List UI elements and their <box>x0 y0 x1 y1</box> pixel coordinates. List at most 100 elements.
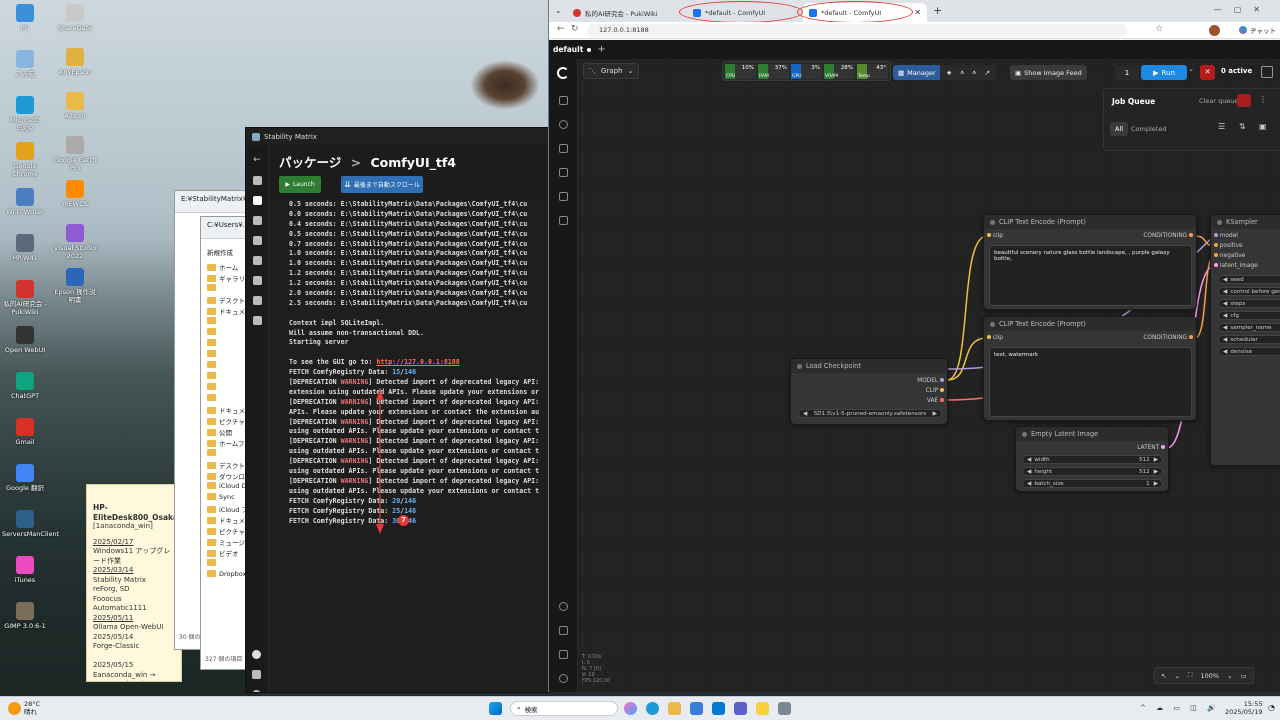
desktop-icon[interactable]: Google Earth Pro <box>52 136 98 172</box>
arrow-right-icon[interactable]: ▶ <box>1154 481 1158 487</box>
job-queue-panel[interactable]: Job Queue Clear queue ⋮ All Completed ☰ … <box>1103 88 1280 151</box>
back-icon[interactable]: ← <box>557 24 565 34</box>
weather-widget[interactable]: 28°C 晴れ <box>8 700 40 716</box>
sticky-note[interactable]: HP-EliteDesk800_Osaka [1anaconda_win] 20… <box>86 484 182 682</box>
node-collapse-icon[interactable] <box>1022 431 1027 437</box>
desktop-icon[interactable]: ChatGPT <box>2 372 48 400</box>
node-collapse-icon[interactable] <box>990 321 995 327</box>
taskbar-search[interactable]: ⌕ 検索 <box>510 701 618 716</box>
output-browser-icon[interactable] <box>252 276 262 285</box>
new-tab-button[interactable]: + <box>933 4 942 17</box>
desktop-icon[interactable]: Google Chrome <box>2 142 48 178</box>
person-edit-icon[interactable]: ⩚ <box>972 68 976 77</box>
input-positive[interactable]: positive <box>1214 243 1243 249</box>
templates-icon[interactable] <box>559 216 568 225</box>
comfyui-app[interactable]: default + CLIP Text Encode (Prompt) clip… <box>549 40 1280 692</box>
copilot-icon[interactable] <box>624 702 637 715</box>
input-latent-image[interactable]: latent_image <box>1214 263 1258 269</box>
edge-icon[interactable] <box>646 702 659 715</box>
desktop-icon[interactable]: PC <box>2 4 48 32</box>
clock[interactable]: 15:55 2025/05/19 <box>1225 700 1262 716</box>
add-workflow-button[interactable]: + <box>597 44 605 55</box>
desktop-icon[interactable]: Epson 操作説明書 <box>52 268 98 304</box>
arrow-left-icon[interactable]: ◀ <box>1027 481 1031 487</box>
desktop-icon[interactable]: Visual Studio 2022 <box>52 224 98 260</box>
help-icon[interactable] <box>559 602 568 611</box>
node-collapse-icon[interactable] <box>1217 219 1222 225</box>
hamburger-icon[interactable] <box>252 176 262 185</box>
graph-mode-button[interactable]: ⋱ Graph ⌄ <box>583 63 640 79</box>
model-library-icon[interactable] <box>559 168 568 177</box>
node-collapse-icon[interactable] <box>797 363 802 369</box>
input-clip[interactable]: clip <box>987 335 1003 341</box>
output-model[interactable]: MODEL <box>917 378 944 384</box>
browser-tab-pukiwiki[interactable]: 私的AI研究会 - PukiWiki <box>567 3 679 22</box>
settings-icon[interactable] <box>559 674 568 683</box>
filter-icon[interactable]: ☰ <box>1218 122 1225 131</box>
output-conditioning[interactable]: CONDITIONING <box>1143 335 1193 341</box>
keyboard-icon[interactable] <box>559 650 568 659</box>
pointer-icon[interactable]: ↖ <box>1161 672 1166 680</box>
launch-button[interactable]: ▶ Launch <box>279 176 321 193</box>
output-vae[interactable]: VAE <box>927 398 944 404</box>
minimap-icon[interactable]: ▭ <box>1241 672 1247 680</box>
width-widget[interactable]: ◀ width 512 ▶ <box>1022 455 1163 464</box>
arrow-right-icon[interactable]: ▶ <box>933 411 937 417</box>
arrow-right-icon[interactable]: ▶ <box>1154 457 1158 463</box>
desktop-icon[interactable]: Open WebUI <box>2 326 48 354</box>
desktop-icon[interactable]: GIMP 3.0.6-1 <box>2 602 48 630</box>
mail-icon[interactable] <box>712 702 725 715</box>
cancel-button[interactable]: ✕ <box>1200 65 1215 80</box>
queue-tab-completed[interactable]: Completed <box>1131 125 1166 133</box>
arrow-left-icon[interactable]: ◀ <box>803 411 807 417</box>
desktop-icon[interactable]: Wi-Fi Writer <box>2 188 48 216</box>
queue-icon[interactable] <box>559 120 568 129</box>
desktop-icon[interactable]: Google 翻訳 <box>2 464 48 492</box>
output-latent[interactable]: LATENT <box>1137 445 1165 451</box>
url-bar[interactable]: 127.0.0.1:8188 <box>587 24 1127 37</box>
desktop-icon[interactable]: Gmail <box>2 418 48 446</box>
output-clip[interactable]: CLIP <box>926 388 944 394</box>
arrow-left-icon[interactable]: ◀ <box>1223 301 1227 307</box>
sort-icon[interactable]: ⇅ <box>1239 122 1246 131</box>
discord-icon[interactable] <box>252 670 261 679</box>
heart-icon[interactable] <box>252 650 261 659</box>
comfy-logo-icon[interactable] <box>557 67 569 79</box>
ksampler-widget[interactable]: ◀ steps <box>1218 299 1280 308</box>
inference-icon[interactable] <box>252 216 262 225</box>
node-library-icon[interactable] <box>559 144 568 153</box>
ksampler-widget[interactable]: ◀ cfg <box>1218 311 1280 320</box>
arrow-left-icon[interactable]: ◀ <box>1223 349 1227 355</box>
browser-window[interactable]: ⌄ 私的AI研究会 - PukiWiki *default - ComfyUI … <box>548 0 1280 692</box>
ksampler-widget[interactable]: ◀ scheduler <box>1218 335 1280 344</box>
workflows-icon[interactable] <box>559 192 568 201</box>
prompt-textarea[interactable]: beautiful scenery nature glass bottle la… <box>989 245 1192 306</box>
desktop-icon[interactable]: 私的AI研究会 - PukiWiki <box>2 280 48 316</box>
manager-button[interactable]: ▦ Manager <box>893 65 941 80</box>
desktop-icon[interactable]: HP-W41 <box>2 234 48 262</box>
desktop-icon[interactable]: AnyEpson <box>52 48 98 76</box>
input-model[interactable]: model <box>1214 233 1238 239</box>
node-collapse-icon[interactable] <box>990 219 995 225</box>
model-browser-icon[interactable] <box>252 256 262 265</box>
node-empty-latent-image[interactable]: Empty Latent Image LATENT ◀ width 512 ▶ ◀ he… <box>1015 426 1169 492</box>
desktop-icon[interactable]: ServersManClient <box>2 510 59 538</box>
stability-matrix-window[interactable]: Stability Matrix ← パッケージ > ComfyUI_tf4 ▶… <box>245 127 550 693</box>
fit-view-icon[interactable]: ⛶ <box>1188 671 1193 680</box>
tab-search-icon[interactable]: ⌄ <box>555 6 562 15</box>
node-ksampler[interactable]: KSampler model positive negative latent_… <box>1210 214 1280 466</box>
arrow-left-icon[interactable]: ◀ <box>1223 313 1227 319</box>
close-icon[interactable]: ✕ <box>914 8 921 17</box>
ksampler-widget[interactable]: ◀ sampler_name <box>1218 323 1280 332</box>
node-clip-text-encode-positive[interactable]: CLIP Text Encode (Prompt) clip CONDITION… <box>983 214 1197 310</box>
height-widget[interactable]: ◀ height 512 ▶ <box>1022 467 1163 476</box>
settings-icon[interactable] <box>252 690 261 692</box>
arrow-left-icon[interactable]: ◀ <box>1027 457 1031 463</box>
batch-count[interactable]: 1 <box>1115 65 1139 80</box>
panel-toggle-icon[interactable] <box>1261 66 1273 78</box>
terminal-icon[interactable] <box>559 626 568 635</box>
desktop-icon[interactable]: ShareGate <box>52 4 98 32</box>
queue-delete-button[interactable] <box>1237 94 1251 107</box>
arrow-left-icon[interactable]: ◀ <box>1027 469 1031 475</box>
console-output[interactable]: 0.5 seconds: E:\StabilityMatrix\Data\Pac… <box>269 200 549 692</box>
